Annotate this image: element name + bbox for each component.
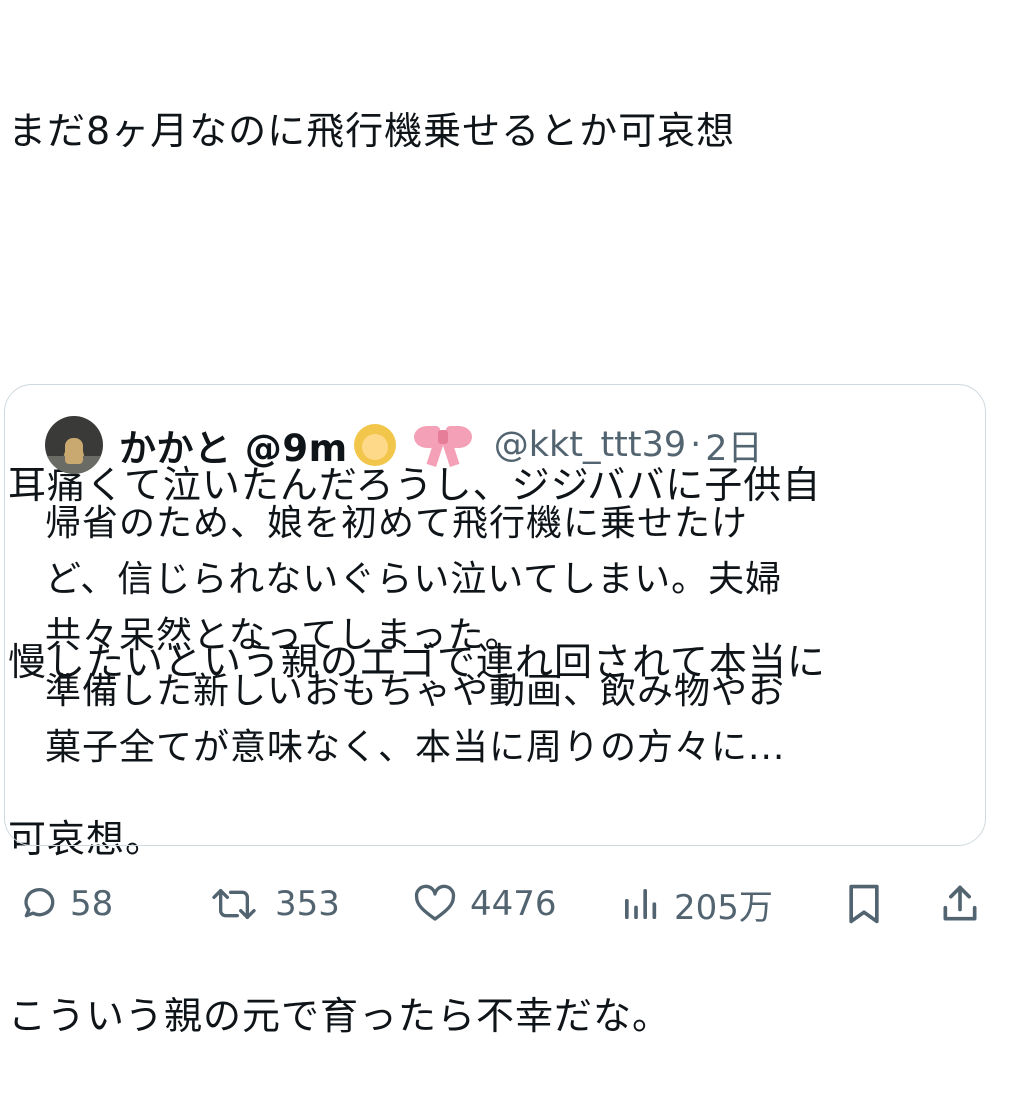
tweet-line: まだ8ヶ月なのに飛行機乗せるとか可哀想 [8,109,736,153]
quoted-line: 準備した新しいおもちゃや動画、飲み物やお [45,671,786,712]
like-count: 4476 [470,884,557,924]
girl-emoji-icon [352,422,398,468]
views-button[interactable]: 205万 [618,872,773,936]
user-handle[interactable]: @kkt_ttt39 [494,425,686,465]
reply-icon [18,884,58,924]
heart-icon [412,884,458,924]
quoted-line: 菓子全てが意味なく、本当に周りの方々に... [45,727,786,768]
quoted-tweet-text: 帰省のため、娘を初めて飛行機に乗せたけ ど、信じられないぐらい泣いてしまい。夫婦… [45,496,965,776]
share-icon [938,881,982,927]
quoted-line: 共々呆然となってしまった。 [45,615,522,656]
reply-count: 58 [70,884,114,924]
retweet-button[interactable]: 353 [205,872,340,936]
views-chart-icon [618,884,662,924]
like-button[interactable]: 4476 [412,872,557,936]
views-count: 205万 [674,887,773,928]
quoted-line: 帰省のため、娘を初めて飛行機に乗せたけ [45,503,749,544]
action-bar: 58 353 4476 205万 [0,872,1015,936]
bookmark-icon [842,881,886,927]
retweet-count: 353 [275,884,340,924]
separator-dot: · [690,425,702,465]
quoted-tweet-header: かかと @9m @kkt_ttt39 · 2日 [45,416,763,474]
quoted-tweet-card[interactable]: かかと @9m @kkt_ttt39 · 2日 帰省のため、娘を初めて飛行機に乗… [4,384,986,846]
reply-button[interactable]: 58 [18,872,113,936]
tweet-line [8,279,998,338]
share-button[interactable] [938,872,982,936]
quoted-line: ど、信じられないぐらい泣いてしまい。夫婦 [45,559,783,600]
retweet-icon [205,884,263,924]
display-name[interactable]: かかと @9m [119,418,348,472]
tweet-line: こういう親の元で育ったら不幸だな。 [8,994,672,1038]
ribbon-emoji-icon [412,422,474,468]
avatar[interactable] [45,416,103,474]
bookmark-button[interactable] [842,872,886,936]
timestamp[interactable]: 2日 [705,420,762,471]
